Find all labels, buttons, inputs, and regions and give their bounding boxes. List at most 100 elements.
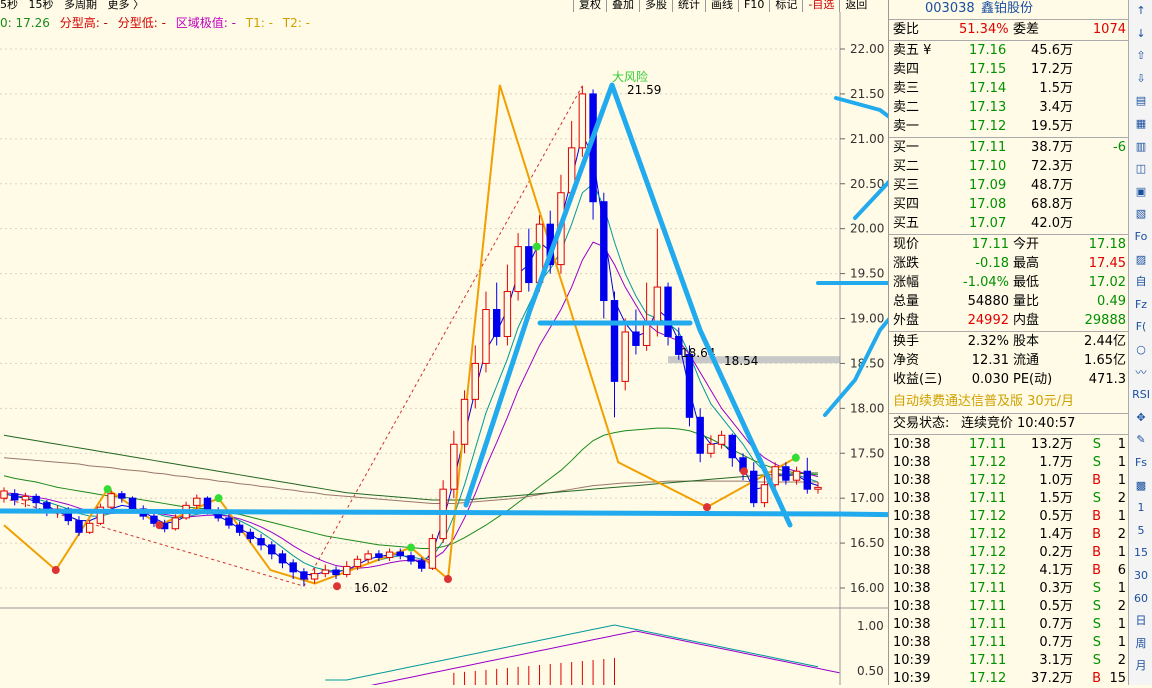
sidebar-tool-icon[interactable]: ✥ [1131, 409, 1151, 427]
candle-body [503, 291, 512, 337]
candle-body [482, 309, 490, 364]
sidebar-tool-icon[interactable]: ↑ [1131, 2, 1151, 20]
stat-label: 股本 [1013, 334, 1040, 349]
candle-body [428, 538, 437, 569]
level-price: 17.15 [969, 62, 1007, 77]
tick-price: 17.12 [969, 545, 1007, 560]
candle-body [642, 322, 651, 346]
stat-label: 流通 [1013, 353, 1040, 368]
y-tick-label: 19.00 [850, 312, 884, 326]
y-tick-label: 21.00 [850, 132, 884, 146]
sidebar-tool-icon[interactable]: 5 [1131, 522, 1151, 540]
y-tick-label: 16.50 [850, 536, 884, 550]
sidebar-tool-icon[interactable]: Fs [1131, 454, 1151, 472]
tick-row[interactable]: 10:39 17.12 37.2万 B 15 [889, 670, 1129, 688]
sell-level[interactable]: 卖五 ¥ 17.16 45.6万 [889, 42, 1129, 60]
sidebar-tool-icon[interactable]: RSI [1131, 386, 1151, 404]
kline-chart[interactable]: 21.5916.0218.6418.54大风险 22.0021.5021.002… [0, 0, 888, 685]
tick-row[interactable]: 10:38 17.11 13.2万 S 1 [889, 436, 1129, 454]
y-tick-label: 17.50 [850, 446, 884, 460]
sidebar-tool-icon[interactable]: ▣ [1131, 183, 1151, 201]
promo-banner[interactable]: 自动续费通达信普及版 30元/月 [889, 393, 1129, 411]
candle-body [289, 562, 297, 573]
stat-row[interactable]: 涨幅 -1.04% 最低 17.02 [889, 274, 1129, 292]
sell-level[interactable]: 卖一 17.12 19.5万 [889, 118, 1129, 136]
tick-time: 10:38 [893, 491, 931, 506]
tick-row[interactable]: 10:38 17.12 1.7万 S 1 [889, 454, 1129, 472]
y-tick-label: 22.00 [850, 42, 884, 56]
tick-row[interactable]: 10:38 17.11 0.5万 S 2 [889, 598, 1129, 616]
tick-row[interactable]: 10:39 17.11 3.1万 S 2 [889, 652, 1129, 670]
stat-row[interactable]: 外盘 24992 内盘 29888 [889, 312, 1129, 330]
sidebar-tool-icon[interactable]: ▤ [1131, 92, 1151, 110]
sell-level[interactable]: 卖二 17.13 3.4万 [889, 99, 1129, 117]
sidebar-tool-icon[interactable]: 15 [1131, 544, 1151, 562]
candle-body [525, 246, 533, 284]
candle-body [203, 497, 212, 512]
tick-row[interactable]: 10:38 17.12 0.2万 B 1 [889, 544, 1129, 562]
sidebar-tool-icon[interactable]: ▧ [1131, 205, 1151, 223]
sidebar-tool-icon[interactable]: ▩ [1131, 477, 1151, 495]
sell-level[interactable]: 卖四 17.15 17.2万 [889, 61, 1129, 79]
sidebar-tool-icon[interactable]: 60 [1131, 590, 1151, 608]
tick-row[interactable]: 10:38 17.11 0.7万 S 1 [889, 616, 1129, 634]
sidebar-tool-icon[interactable]: ✎ [1131, 431, 1151, 449]
stat-row[interactable]: 总量 54880 量比 0.49 [889, 293, 1129, 311]
sidebar-tool-icon[interactable]: Fo [1131, 228, 1151, 246]
stat-row[interactable]: 换手 2.32% 股本 2.44亿 [889, 333, 1129, 351]
tick-time: 10:38 [893, 473, 931, 488]
tick-time: 10:38 [893, 599, 931, 614]
tick-row[interactable]: 10:38 17.11 0.7万 S 1 [889, 634, 1129, 652]
weibi-row: 委比 51.34% 委差 1074 [889, 21, 1129, 39]
tick-row[interactable]: 10:38 17.12 1.4万 B 2 [889, 526, 1129, 544]
tick-price: 17.12 [969, 455, 1007, 470]
status-time: 10:40:57 [1017, 416, 1076, 431]
candle-body [150, 515, 158, 524]
tick-row[interactable]: 10:38 17.12 4.1万 B 6 [889, 562, 1129, 580]
sell-level[interactable]: 卖三 17.14 1.5万 [889, 80, 1129, 98]
buy-level[interactable]: 买五 17.07 42.0万 [889, 215, 1129, 233]
stat-value: 471.3 [1088, 372, 1126, 387]
level-label: 买三 [893, 178, 920, 193]
sidebar-tool-icon[interactable]: ◫ [1131, 160, 1151, 178]
buy-level[interactable]: 买四 17.08 68.8万 [889, 196, 1129, 214]
sidebar-tool-icon[interactable]: ▦ [1131, 115, 1151, 133]
sidebar-tool-icon[interactable]: F( [1131, 318, 1151, 336]
stat-row[interactable]: 现价 17.11 今开 17.18 [889, 236, 1129, 254]
sidebar-tool-icon[interactable]: 1 [1131, 499, 1151, 517]
candle-body [353, 558, 362, 567]
buy-level[interactable]: 买二 17.10 72.3万 [889, 158, 1129, 176]
candle-body [332, 569, 340, 576]
sidebar-tool-icon[interactable]: ▥ [1131, 138, 1151, 156]
sidebar-tool-icon[interactable]: 30 [1131, 567, 1151, 585]
sidebar-tool-icon[interactable]: ⇧ [1131, 47, 1151, 65]
sidebar-tool-icon[interactable]: 〰 [1131, 364, 1151, 382]
tick-row[interactable]: 10:38 17.11 1.5万 S 2 [889, 490, 1129, 508]
sidebar-tool-icon[interactable]: ▨ [1131, 251, 1151, 269]
sidebar-tool-icon[interactable]: 日 [1131, 612, 1151, 630]
sidebar-tool-icon[interactable]: ○ [1131, 341, 1151, 359]
candle-body [621, 331, 629, 382]
candle-body [450, 443, 458, 490]
sidebar-tool-icon[interactable]: 自 [1131, 273, 1151, 291]
tick-row[interactable]: 10:38 17.11 0.3万 S 1 [889, 580, 1129, 598]
stat-row[interactable]: 涨跌 -0.18 最高 17.45 [889, 255, 1129, 273]
tool-sidebar: ↑ ↓ ⇧ ⇩ ▤ ▦ ▥ ◫ ▣ ▧ Fo ▨ 自 Fz F(○ 〰 RSI ✥ ✎ Fs ▩ 1 5 15 30 60 日周月 [1128, 0, 1152, 685]
candle-body [375, 553, 383, 558]
stat-row[interactable]: 收益(三) 0.030 PE(动) 471.3 [889, 371, 1129, 389]
sidebar-tool-icon[interactable]: 周 [1131, 635, 1151, 653]
candle-body [760, 484, 769, 504]
candle-body [717, 434, 726, 445]
tick-price: 17.12 [969, 563, 1007, 578]
stat-row[interactable]: 净资 12.31 流通 1.65亿 [889, 352, 1129, 370]
buy-level[interactable]: 买三 17.09 48.7万 [889, 177, 1129, 195]
sidebar-tool-icon[interactable]: ⇩ [1131, 70, 1151, 88]
sidebar-tool-icon[interactable]: Fz [1131, 296, 1151, 314]
tick-row[interactable]: 10:38 17.12 0.5万 B 1 [889, 508, 1129, 526]
tick-row[interactable]: 10:38 17.12 1.0万 B 1 [889, 472, 1129, 490]
tick-price: 17.12 [969, 473, 1007, 488]
buy-level[interactable]: 买一 17.11 38.7万 -6 [889, 139, 1129, 157]
tick-time: 10:39 [893, 671, 931, 686]
sidebar-tool-icon[interactable]: ↓ [1131, 25, 1151, 43]
sidebar-tool-icon[interactable]: 月 [1131, 657, 1151, 675]
